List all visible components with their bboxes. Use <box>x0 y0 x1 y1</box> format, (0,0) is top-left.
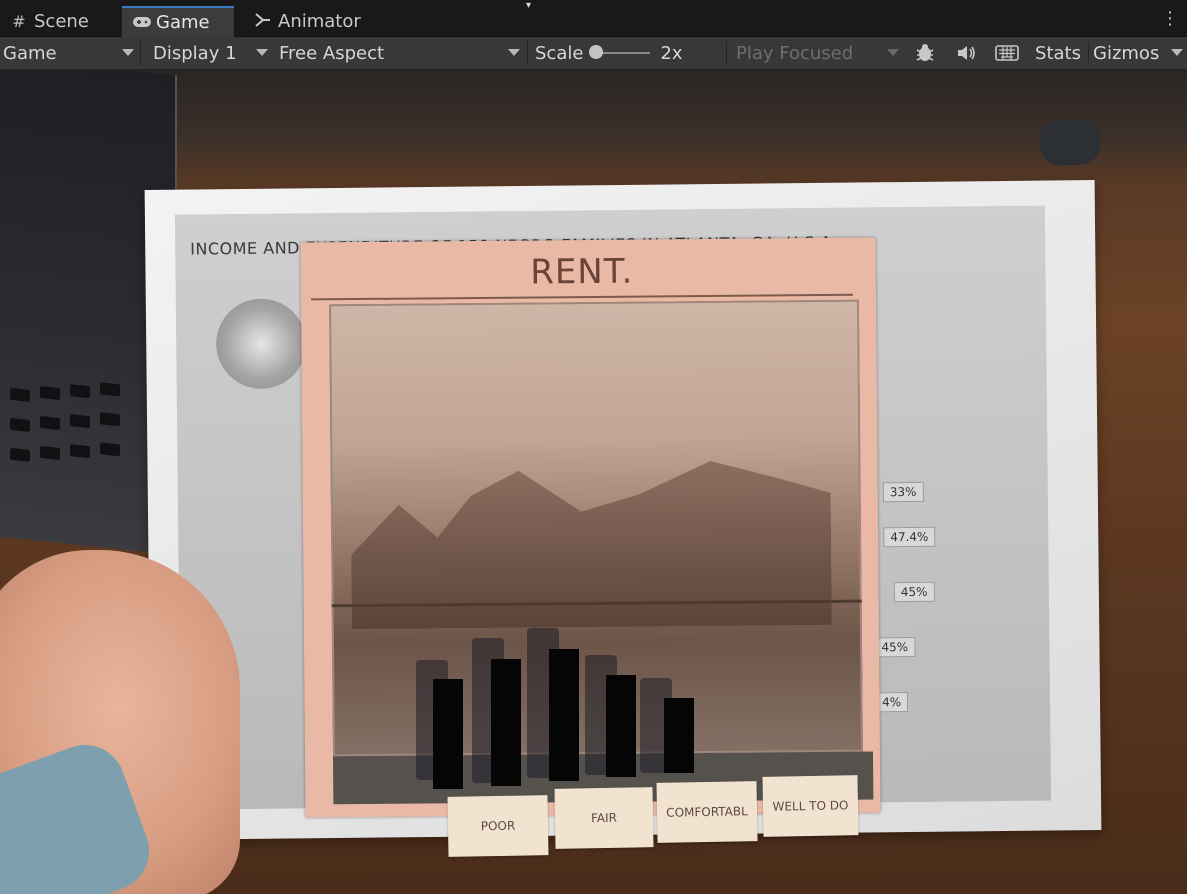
tab-animator[interactable]: Animator <box>244 6 374 37</box>
scale-value: 2x <box>660 42 683 64</box>
play-mode-value: Play Focused <box>736 42 854 64</box>
toolbar-divider <box>140 41 141 65</box>
display-dropdown[interactable]: Display 1 <box>150 39 272 67</box>
ar-bar <box>491 659 521 786</box>
scale-label: Scale <box>535 42 584 64</box>
grid-icon: # <box>12 12 26 31</box>
animator-icon <box>254 12 272 32</box>
tab-game-label: Game <box>156 12 210 33</box>
play-mode-dropdown[interactable]: Play Focused <box>733 39 903 67</box>
gamepad-icon <box>132 13 151 32</box>
game-viewport[interactable]: INCOME AND EXPENDITURE OF 150 NEGRO FAMI… <box>0 70 1187 894</box>
ar-bar <box>549 649 579 781</box>
gizmos-dropdown[interactable]: Gizmos <box>1090 39 1187 67</box>
category-label-fair: FAIR <box>554 787 654 849</box>
toolbar-divider <box>1088 41 1089 65</box>
aspect-value: Free Aspect <box>279 42 385 64</box>
bug-icon[interactable] <box>908 39 942 67</box>
view-mode-value: Game <box>3 42 57 64</box>
category-label-poor: POOR <box>447 795 549 857</box>
chevron-down-icon <box>887 49 899 56</box>
aspect-dropdown[interactable]: Free Aspect <box>276 39 524 67</box>
ar-bar <box>664 698 694 773</box>
display-value: Display 1 <box>153 42 237 64</box>
tab-scene[interactable]: # Scene <box>0 6 108 37</box>
editor-tab-bar: # Scene Game Animator ▾ ⋮ <box>0 0 1187 37</box>
chevron-down-icon <box>256 49 268 56</box>
chevron-down-icon <box>508 49 520 56</box>
category-label-comfortable: COMFORTABL <box>656 781 758 843</box>
ar-bar <box>606 675 636 777</box>
scale-slider[interactable] <box>589 45 651 59</box>
scale-slider-handle[interactable] <box>589 45 604 59</box>
stats-button[interactable]: Stats <box>1030 39 1086 67</box>
view-mode-dropdown[interactable]: Game <box>0 39 138 67</box>
toolbar-divider <box>726 41 727 65</box>
category-label-well-to-do: WELL TO DO <box>762 775 859 837</box>
tab-scene-label: Scene <box>34 11 89 32</box>
scale-control: Scale 2x <box>535 39 683 67</box>
chevron-down-icon <box>122 49 134 56</box>
stats-label: Stats <box>1035 42 1081 64</box>
tab-game[interactable]: Game <box>122 6 234 37</box>
audio-icon[interactable] <box>950 39 982 67</box>
gizmos-label: Gizmos <box>1093 42 1160 64</box>
ar-bar-chart <box>0 70 1187 894</box>
toolbar-divider <box>527 41 528 65</box>
chevron-down-icon <box>1171 49 1183 56</box>
tab-animator-label: Animator <box>278 11 361 32</box>
keyboard-icon[interactable] <box>990 39 1024 67</box>
more-options-icon[interactable]: ⋮ <box>1161 8 1179 30</box>
ar-bar <box>433 679 463 789</box>
game-view-toolbar: Game Display 1 Free Aspect Scale 2x Play… <box>0 37 1187 70</box>
mouse-cursor-icon: ▾ <box>526 0 532 11</box>
